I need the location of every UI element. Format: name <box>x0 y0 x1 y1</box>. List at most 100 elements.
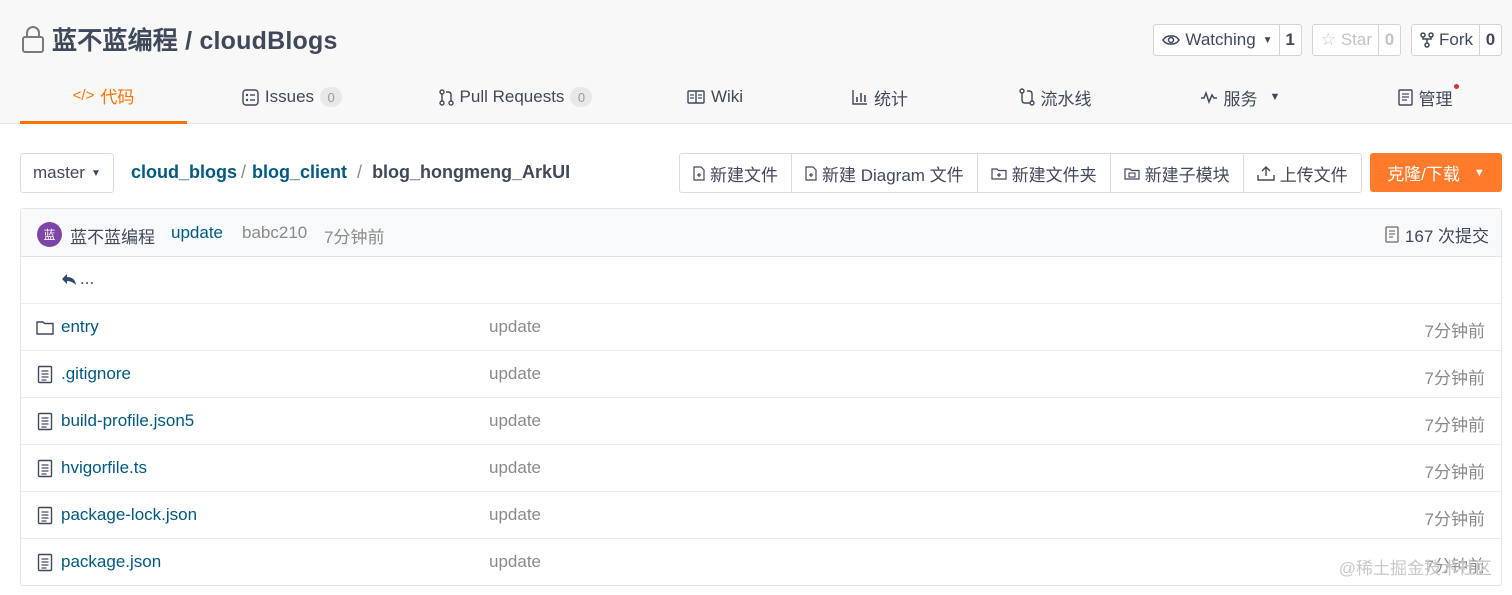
table-row[interactable]: build-profile.json5 update 7分钟前 <box>21 398 1501 445</box>
commit-count-link[interactable]: 167 次提交 <box>1385 222 1489 247</box>
breadcrumb-link-cloud-blogs[interactable]: cloud_blogs <box>131 162 237 183</box>
file-name-link[interactable]: hvigorfile.ts <box>61 458 147 478</box>
tab-pipeline-label: 流水线 <box>1040 89 1092 109</box>
tab-services[interactable]: 服务 ▼ <box>1180 70 1300 124</box>
file-commit-message[interactable]: update <box>489 411 541 431</box>
upload-icon <box>1256 166 1275 181</box>
repo-title[interactable]: 蓝不蓝编程 / cloudBlogs <box>52 21 338 57</box>
tab-stats[interactable]: 统计 <box>830 70 930 124</box>
tab-issues-label: Issues <box>264 87 315 106</box>
commit-time: 7分钟前 <box>324 228 385 247</box>
latest-commit-bar: 蓝 蓝不蓝编程 update babc210 7分钟前 167 次提交 <box>21 209 1501 257</box>
pull-request-icon <box>438 88 454 106</box>
file-commit-time: 7分钟前 <box>1424 463 1485 482</box>
new-submodule-button[interactable]: 新建子模块 <box>1109 154 1243 192</box>
new-file-label: 新建文件 <box>710 165 778 185</box>
upload-file-button[interactable]: 上传文件 <box>1242 154 1361 192</box>
eye-icon <box>1162 35 1181 45</box>
commit-message[interactable]: update <box>171 223 223 243</box>
tab-pipeline[interactable]: 流水线 <box>1000 70 1110 124</box>
file-plus-icon <box>805 165 817 181</box>
breadcrumb-current: blog_hongmeng_ArkUI <box>372 162 571 182</box>
activity-icon <box>1200 90 1217 104</box>
book-icon <box>687 90 705 104</box>
tab-stats-label: 统计 <box>874 89 908 109</box>
chevron-down-icon: ▼ <box>1262 34 1273 46</box>
pull-requests-count-badge: 0 <box>570 87 593 107</box>
new-diagram-file-label: 新建 Diagram 文件 <box>822 165 964 185</box>
folder-plus-icon <box>991 167 1007 180</box>
file-name-link[interactable]: package.json <box>61 552 161 572</box>
commits-icon <box>1385 226 1399 243</box>
new-file-button[interactable]: 新建文件 <box>680 154 791 192</box>
file-icon <box>37 506 53 525</box>
parent-directory-link[interactable]: ... <box>61 269 94 289</box>
tab-manage[interactable]: 管理 <box>1380 70 1470 124</box>
table-row[interactable]: entry update 7分钟前 <box>21 304 1501 351</box>
repo-actions: Watching ▼ 1 ☆ Star 0 Fork 0 <box>1153 24 1502 56</box>
table-row[interactable]: .gitignore update 7分钟前 <box>21 351 1501 398</box>
avatar[interactable]: 蓝 <box>37 222 62 247</box>
code-icon: </> <box>72 87 95 104</box>
folder-submodule-icon <box>1124 167 1140 180</box>
breadcrumb: cloud_blogs / blog_client / blog_hongmen… <box>131 162 570 183</box>
file-commit-time: 7分钟前 <box>1424 510 1485 529</box>
watermark: @稀土掘金技术社区 <box>1338 559 1492 578</box>
watch-button[interactable]: Watching ▼ <box>1154 25 1278 55</box>
commit-sha[interactable]: babc210 <box>242 223 307 243</box>
file-commit-message[interactable]: update <box>489 552 541 572</box>
clone-download-label: 克隆/下载 <box>1387 165 1460 184</box>
watch-count[interactable]: 1 <box>1278 25 1301 55</box>
star-icon: ☆ <box>1320 30 1336 49</box>
fork-icon <box>1420 32 1434 48</box>
branch-name: master <box>33 163 85 182</box>
table-row[interactable]: hvigorfile.ts update 7分钟前 <box>21 445 1501 492</box>
file-commit-message[interactable]: update <box>489 364 541 384</box>
file-commit-message[interactable]: update <box>489 505 541 525</box>
file-commit-message[interactable]: update <box>489 317 541 337</box>
tab-code-label: 代码 <box>100 88 135 107</box>
chevron-down-icon: ▼ <box>90 167 101 179</box>
file-commit-message[interactable]: update <box>489 458 541 478</box>
file-name-link[interactable]: entry <box>61 317 99 337</box>
notification-dot <box>1454 84 1459 89</box>
file-icon <box>37 365 53 384</box>
new-folder-button[interactable]: 新建文件夹 <box>976 154 1110 192</box>
fork-button-group: Fork 0 <box>1411 24 1502 56</box>
breadcrumb-separator: / <box>357 162 363 182</box>
new-diagram-file-button[interactable]: 新建 Diagram 文件 <box>791 154 977 192</box>
star-button[interactable]: ☆ Star <box>1313 25 1378 55</box>
file-commit-time: 7分钟前 <box>1424 416 1485 435</box>
file-name-link[interactable]: package-lock.json <box>61 505 197 525</box>
tab-pull-requests[interactable]: Pull Requests 0 <box>418 70 613 124</box>
tab-code[interactable]: </> 代码 <box>20 70 187 124</box>
document-icon <box>1397 88 1413 106</box>
issues-count-badge: 0 <box>320 87 343 107</box>
folder-icon <box>36 321 54 335</box>
fork-label: Fork <box>1439 30 1473 49</box>
commit-author[interactable]: 蓝不蓝编程 <box>70 223 155 248</box>
clone-download-button[interactable]: 克隆/下载 ▼ <box>1370 153 1502 192</box>
star-count[interactable]: 0 <box>1378 25 1400 55</box>
parent-directory-label: ... <box>80 269 95 288</box>
file-commit-time: 7分钟前 <box>1424 322 1485 341</box>
branch-select[interactable]: master ▼ <box>20 153 114 193</box>
fork-button[interactable]: Fork <box>1412 25 1479 55</box>
tab-wiki[interactable]: Wiki <box>665 70 765 124</box>
table-row[interactable]: package.json update 7分钟前 <box>21 539 1501 586</box>
parent-directory-row[interactable]: ... <box>21 257 1501 304</box>
commit-count: 167 次提交 <box>1404 227 1489 246</box>
file-name-link[interactable]: build-profile.json5 <box>61 411 194 431</box>
repo-header: 蓝不蓝编程 / cloudBlogs Watching ▼ 1 ☆ Star 0 <box>0 0 1512 124</box>
repo-tabs: </> 代码 Issues 0 Pull Requests 0 Wiki 统计 … <box>0 70 1512 124</box>
table-row[interactable]: package-lock.json update 7分钟前 <box>21 492 1501 539</box>
tab-pull-requests-label: Pull Requests <box>459 87 565 106</box>
repo-title-bar: 蓝不蓝编程 / cloudBlogs <box>20 22 338 56</box>
tab-services-label: 服务 <box>1223 89 1258 109</box>
fork-count[interactable]: 0 <box>1479 25 1501 55</box>
new-folder-label: 新建文件夹 <box>1011 165 1097 185</box>
tab-issues[interactable]: Issues 0 <box>222 70 362 124</box>
watch-button-group: Watching ▼ 1 <box>1153 24 1302 56</box>
file-name-link[interactable]: .gitignore <box>61 364 131 384</box>
breadcrumb-link-blog-client[interactable]: blog_client <box>252 162 347 183</box>
